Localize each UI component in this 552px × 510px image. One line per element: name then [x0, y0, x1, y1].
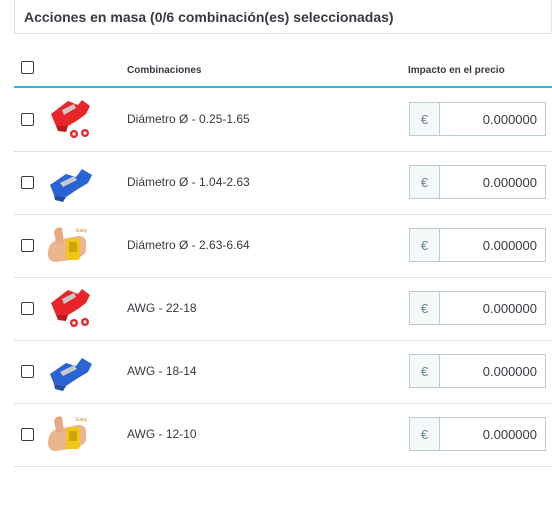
- price-impact-value[interactable]: 0.000000: [440, 229, 545, 261]
- currency-addon: €: [410, 103, 440, 135]
- currency-addon: €: [410, 166, 440, 198]
- svg-text:Easy: Easy: [76, 228, 88, 234]
- column-header-price-impact: Impacto en el precio: [408, 65, 505, 76]
- row-checkbox[interactable]: [21, 302, 34, 315]
- row-checkbox[interactable]: [21, 176, 34, 189]
- yellow-connector-thumbnail: Easy: [48, 227, 88, 262]
- price-impact-value[interactable]: 0.000000: [440, 355, 545, 387]
- bulk-actions-title: Acciones en masa (0/6 combinación(es) se…: [24, 8, 394, 25]
- table-row: Easy AWG - 12-10 € 0.000000: [14, 404, 552, 467]
- combinations-table: Diámetro Ø - 0.25-1.65 € 0.000000 Diámet…: [14, 89, 552, 467]
- table-header: Combinaciones Impacto en el precio: [14, 52, 552, 88]
- currency-addon: €: [410, 355, 440, 387]
- blue-connector-thumbnail: [50, 358, 92, 391]
- row-checkbox[interactable]: [21, 428, 34, 441]
- yellow-connector-thumbnail: Easy: [48, 416, 88, 451]
- currency-addon: €: [410, 418, 440, 450]
- column-header-combinations: Combinaciones: [127, 65, 202, 76]
- price-impact-value[interactable]: 0.000000: [440, 166, 545, 198]
- combination-name: AWG - 18-14: [127, 364, 197, 378]
- row-checkbox[interactable]: [21, 239, 34, 252]
- red-connector-thumbnail: [51, 100, 90, 138]
- row-checkbox[interactable]: [21, 113, 34, 126]
- price-impact-input[interactable]: € 0.000000: [409, 417, 546, 451]
- price-impact-input[interactable]: € 0.000000: [409, 102, 546, 136]
- combination-name: Diámetro Ø - 0.25-1.65: [127, 112, 250, 126]
- blue-connector-thumbnail: [50, 169, 92, 202]
- table-row: AWG - 22-18 € 0.000000: [14, 278, 552, 341]
- table-row: Easy Diámetro Ø - 2.63-6.64 € 0.000000: [14, 215, 552, 278]
- price-impact-value[interactable]: 0.000000: [440, 103, 545, 135]
- price-impact-value[interactable]: 0.000000: [440, 418, 545, 450]
- red-connector-thumbnail: [51, 289, 90, 327]
- price-impact-input[interactable]: € 0.000000: [409, 228, 546, 262]
- table-row: Diámetro Ø - 1.04-2.63 € 0.000000: [14, 152, 552, 215]
- combination-name: Diámetro Ø - 1.04-2.63: [127, 175, 250, 189]
- combination-name: AWG - 12-10: [127, 427, 197, 441]
- bulk-actions-header[interactable]: Acciones en masa (0/6 combinación(es) se…: [14, 0, 552, 34]
- svg-text:Easy: Easy: [76, 417, 88, 423]
- combination-name: AWG - 22-18: [127, 301, 197, 315]
- price-impact-input[interactable]: € 0.000000: [409, 165, 546, 199]
- table-row: AWG - 18-14 € 0.000000: [14, 341, 552, 404]
- row-checkbox[interactable]: [21, 365, 34, 378]
- price-impact-input[interactable]: € 0.000000: [409, 354, 546, 388]
- currency-addon: €: [410, 292, 440, 324]
- combination-name: Diámetro Ø - 2.63-6.64: [127, 238, 250, 252]
- currency-addon: €: [410, 229, 440, 261]
- price-impact-value[interactable]: 0.000000: [440, 292, 545, 324]
- table-row: Diámetro Ø - 0.25-1.65 € 0.000000: [14, 89, 552, 152]
- select-all-checkbox[interactable]: [21, 61, 34, 74]
- price-impact-input[interactable]: € 0.000000: [409, 291, 546, 325]
